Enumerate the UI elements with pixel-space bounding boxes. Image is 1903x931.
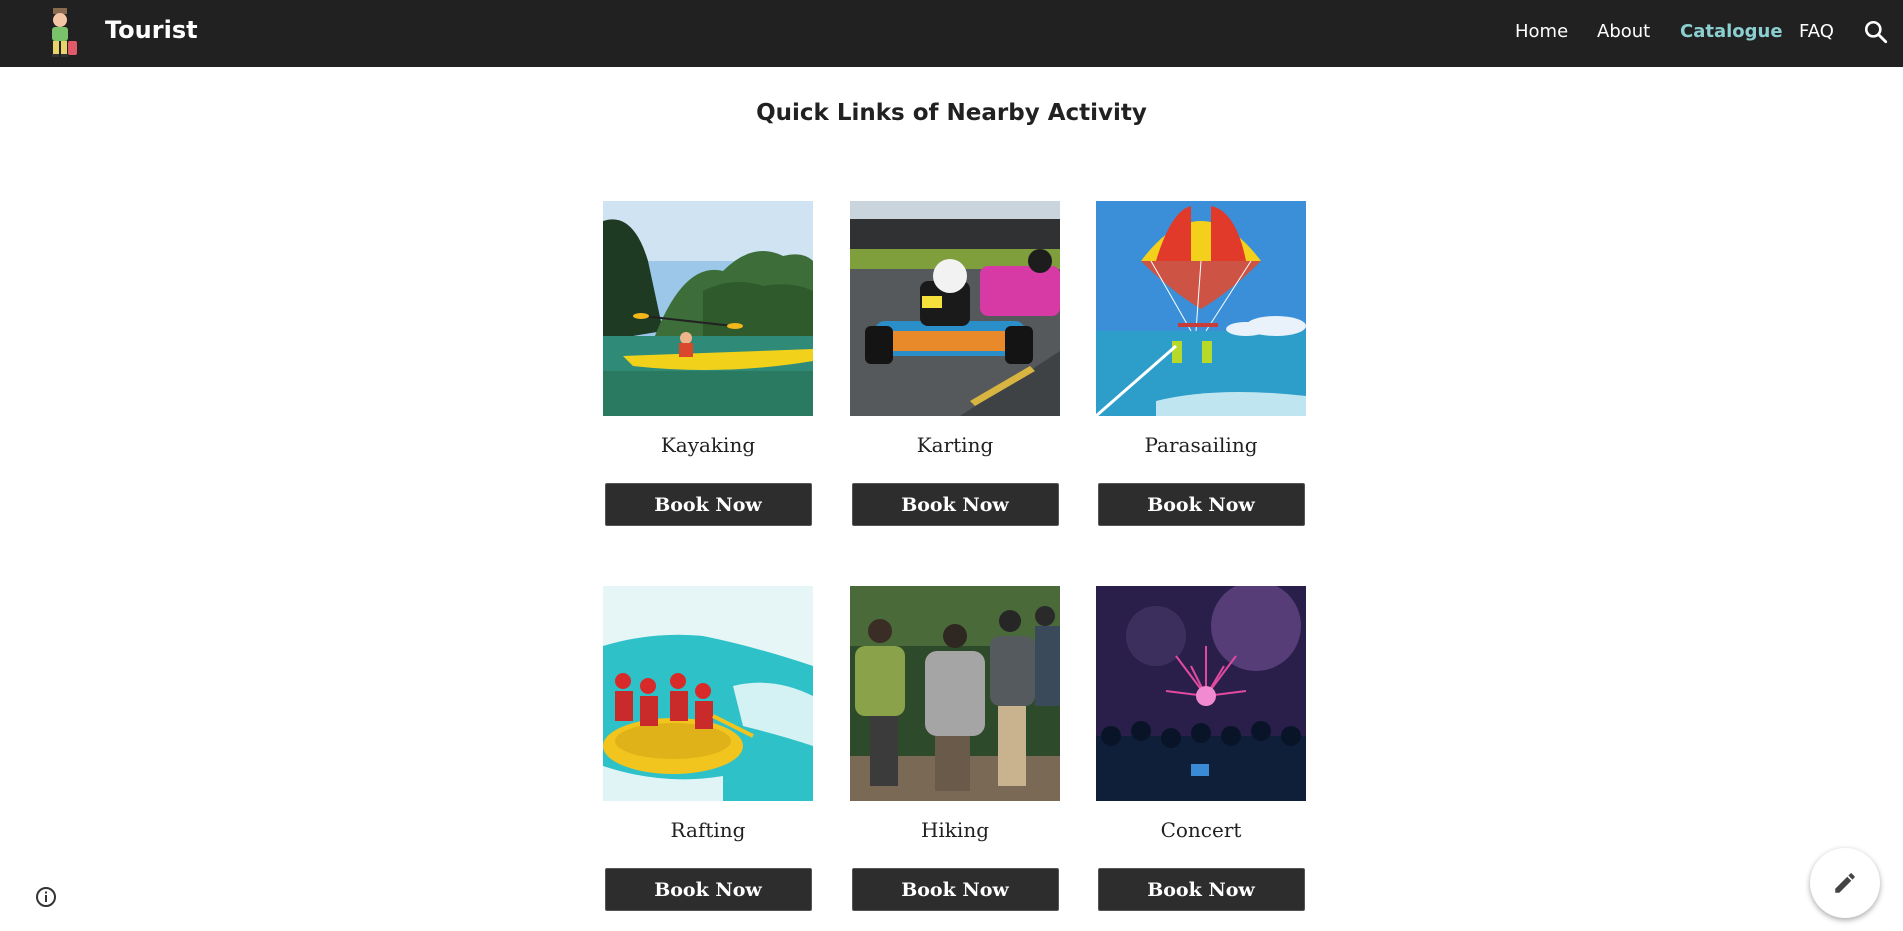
edit-button[interactable] <box>1810 848 1880 918</box>
activity-card-karting: Karting Book Now <box>850 201 1060 526</box>
activity-name: Concert <box>1160 818 1242 842</box>
kayaking-photo <box>603 201 813 416</box>
pencil-icon <box>1835 873 1855 893</box>
book-now-button[interactable]: Book Now <box>604 868 812 911</box>
activity-card-kayaking: Kayaking Book Now <box>603 201 813 526</box>
top-app-bar: Tourist Home About Catalogue FAQ <box>0 0 1903 67</box>
activity-card-parasailing: Parasailing Book Now <box>1096 201 1306 526</box>
activity-card-hiking: Hiking Book Now <box>850 586 1060 911</box>
nav-faq[interactable]: FAQ <box>1799 21 1834 42</box>
rafting-photo <box>603 586 813 801</box>
activity-name: Parasailing <box>1144 433 1258 457</box>
parasailing-photo <box>1096 201 1306 416</box>
book-now-button[interactable]: Book Now <box>1097 483 1305 526</box>
activity-name: Rafting <box>670 818 746 842</box>
book-now-button[interactable]: Book Now <box>851 868 1059 911</box>
nav-about[interactable]: About <box>1597 21 1650 42</box>
activity-name: Hiking <box>920 818 990 842</box>
nav-home[interactable]: Home <box>1515 21 1568 42</box>
book-now-button[interactable]: Book Now <box>604 483 812 526</box>
hiking-photo <box>850 586 1060 801</box>
activity-name: Kayaking <box>660 433 756 457</box>
info-icon[interactable] <box>34 885 58 909</box>
book-now-button[interactable]: Book Now <box>851 483 1059 526</box>
concert-photo <box>1096 586 1306 801</box>
tourist-logo[interactable] <box>38 6 82 60</box>
nav-catalogue[interactable]: Catalogue <box>1680 21 1783 42</box>
karting-photo <box>850 201 1060 416</box>
site-title[interactable]: Tourist <box>105 16 198 44</box>
activity-card-concert: Concert Book Now <box>1096 586 1306 911</box>
page-heading: Quick Links of Nearby Activity <box>756 100 1147 126</box>
book-now-button[interactable]: Book Now <box>1097 868 1305 911</box>
activity-name: Karting <box>916 433 994 457</box>
activity-card-rafting: Rafting Book Now <box>603 586 813 911</box>
search-icon[interactable] <box>1863 19 1889 45</box>
